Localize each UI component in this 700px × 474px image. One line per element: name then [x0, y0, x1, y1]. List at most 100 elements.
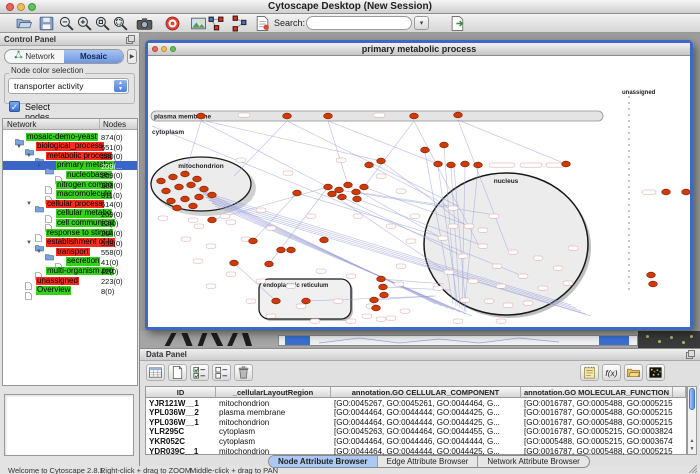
node-color-dropdown[interactable]: transporter activity ▲▼: [8, 78, 129, 94]
table-row[interactable]: YJR121W__1mitochondrion[GO:0045267, GO:0…: [146, 399, 686, 409]
network-node[interactable]: [208, 192, 217, 198]
network-tree-row[interactable]: ▼establishment of lo558(0): [3, 238, 137, 248]
background-window-strip[interactable]: [140, 331, 700, 348]
zoom-out-icon[interactable]: [58, 15, 75, 32]
resize-grip[interactable]: [688, 464, 698, 473]
zoom-window-icon[interactable]: [28, 3, 36, 11]
network-node[interactable]: [562, 161, 571, 167]
network-window-titlebar[interactable]: primary metabolic process: [148, 43, 690, 56]
table-row[interactable]: YLR295Ccytoplasm[GO:0045263, GO:0044464,…: [146, 427, 686, 437]
network-tree-row[interactable]: ▼primary metabo209(...: [3, 161, 137, 171]
network-tree-row[interactable]: cellular metabo209(0): [3, 209, 137, 219]
network-node[interactable]: [662, 189, 671, 195]
network-node[interactable]: [302, 298, 311, 304]
network-tree-row[interactable]: macromolecule311(0): [3, 190, 137, 200]
network-node[interactable]: [461, 161, 470, 167]
zoom-in-icon[interactable]: [76, 15, 93, 32]
expand-arrow-icon[interactable]: ▼: [26, 239, 32, 247]
network-node[interactable]: [328, 191, 337, 197]
table-row[interactable]: YPL036W__2plasma membrane[GO:0044464, GO…: [146, 408, 686, 418]
function-builder-icon[interactable]: f(x): [602, 364, 621, 381]
search-input[interactable]: [306, 16, 412, 30]
float-data-panel-icon[interactable]: [686, 350, 695, 359]
zoom-selected-icon[interactable]: [94, 15, 111, 32]
help-icon[interactable]: [164, 15, 181, 32]
table-row[interactable]: YKR052Ccytoplasm[GO:0044464, GO:0044446,…: [146, 437, 686, 447]
network-tree-row[interactable]: nucleobase-209(0): [3, 170, 137, 180]
network-node[interactable]: [352, 189, 361, 195]
network-node[interactable]: [344, 182, 353, 188]
network-node[interactable]: [167, 198, 176, 204]
scroll-down-icon[interactable]: ▼: [688, 445, 696, 453]
network-node[interactable]: [293, 190, 302, 196]
network-node[interactable]: [181, 196, 190, 202]
network-node[interactable]: [365, 162, 374, 168]
network-tree-row[interactable]: Overview8(0): [3, 286, 137, 296]
network-tree-row[interactable]: unassigned223(0): [3, 276, 137, 286]
zoom-view-icon[interactable]: [170, 46, 176, 52]
expand-arrow-icon[interactable]: ▼: [36, 248, 42, 256]
expand-arrow-icon[interactable]: ▼: [16, 143, 22, 151]
network-node[interactable]: [377, 158, 386, 164]
network-node[interactable]: [208, 217, 217, 223]
column-header[interactable]: ID: [146, 387, 216, 398]
snapshot-icon[interactable]: [136, 15, 153, 32]
annotation-icon[interactable]: [254, 15, 271, 32]
network-tree-row[interactable]: cell communicat22(0): [3, 218, 137, 228]
minimize-view-icon[interactable]: [161, 46, 167, 52]
network-node[interactable]: [200, 186, 209, 192]
save-session-icon[interactable]: [38, 15, 55, 32]
network-node[interactable]: [320, 237, 329, 243]
expand-arrow-icon[interactable]: ▼: [26, 200, 32, 208]
import-attributes-icon[interactable]: [624, 364, 643, 381]
expand-arrow-icon[interactable]: ▼: [36, 162, 42, 170]
network-node[interactable]: [454, 112, 463, 118]
network-node[interactable]: [682, 189, 690, 195]
network-node[interactable]: [195, 194, 204, 200]
network-node[interactable]: [287, 247, 296, 253]
network-node[interactable]: [335, 187, 344, 193]
network-node[interactable]: [421, 147, 430, 153]
column-header[interactable]: annotation.GO CELLULAR_COMPONENT: [331, 387, 521, 398]
network-node[interactable]: [181, 171, 190, 177]
network-node[interactable]: [249, 238, 258, 244]
layout-icon-2[interactable]: [231, 15, 248, 32]
network-node[interactable]: [649, 281, 658, 287]
network-canvas[interactable]: plasma membranecytoplasmmitochondrionnuc…: [148, 56, 690, 327]
network-tree-row[interactable]: multi-organism pro42(0): [3, 266, 137, 276]
open-session-icon[interactable]: [16, 15, 33, 32]
network-node[interactable]: [283, 113, 292, 119]
table-scrollbar[interactable]: ▲ ▼: [687, 386, 697, 455]
network-node[interactable]: [379, 284, 388, 290]
new-attribute-icon[interactable]: [168, 364, 187, 381]
network-tree-row[interactable]: ▼biological_process651(0): [3, 142, 137, 152]
image-export-icon[interactable]: [190, 15, 207, 32]
attribute-table-icon[interactable]: [146, 364, 165, 381]
network-node[interactable]: [440, 142, 449, 148]
layout-icon-1[interactable]: [208, 15, 225, 32]
network-node[interactable]: [447, 162, 456, 168]
network-node[interactable]: [474, 162, 483, 168]
network-tree-row[interactable]: secretion41(0): [3, 257, 137, 267]
network-node[interactable]: [324, 113, 333, 119]
close-window-icon[interactable]: [6, 3, 14, 11]
network-node[interactable]: [372, 305, 381, 311]
network-node[interactable]: [380, 292, 389, 298]
attribute-editor-icon[interactable]: [580, 364, 599, 381]
expand-arrow-icon[interactable]: ▼: [26, 152, 32, 160]
delete-attribute-icon[interactable]: [234, 364, 253, 381]
select-attributes-icon[interactable]: [190, 364, 209, 381]
network-node[interactable]: [277, 247, 286, 253]
network-node[interactable]: [410, 113, 419, 119]
network-node[interactable]: [173, 205, 182, 211]
tab-network[interactable]: Network: [5, 50, 64, 63]
matrix-view-icon[interactable]: [646, 364, 665, 381]
select-nodes-checkbox[interactable]: ✓: [9, 101, 20, 112]
minimize-window-icon[interactable]: [17, 3, 25, 11]
network-node[interactable]: [324, 184, 333, 190]
network-node[interactable]: [370, 297, 379, 303]
network-node[interactable]: [175, 184, 184, 190]
network-node[interactable]: [162, 188, 171, 194]
tab-mosaic[interactable]: Mosaic: [64, 50, 123, 63]
network-node[interactable]: [187, 182, 196, 188]
